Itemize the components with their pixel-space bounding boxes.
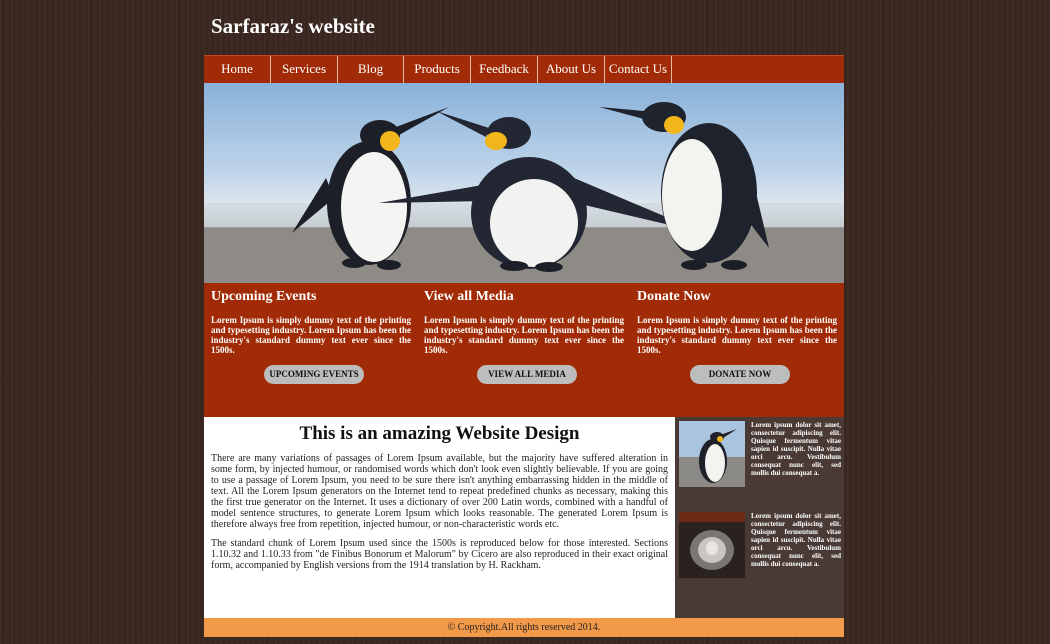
main-nav: Home Services Blog Products Feedback Abo…: [204, 55, 844, 83]
content-paragraph: The standard chunk of Lorem Ipsum used s…: [211, 538, 668, 571]
content-heading: This is an amazing Website Design: [299, 423, 580, 444]
site-title: Sarfaraz's website: [211, 14, 375, 38]
nav-home[interactable]: Home: [204, 56, 271, 83]
nav-blog[interactable]: Blog: [338, 56, 404, 83]
footer: © Copyright.All rights reserved 2014.: [204, 618, 844, 637]
nav-products[interactable]: Products: [404, 56, 471, 83]
nav-contact-us[interactable]: Contact Us: [605, 56, 672, 83]
nav-services[interactable]: Services: [271, 56, 338, 83]
column-title: Donate Now: [637, 289, 711, 304]
column-upcoming-events: Upcoming Events Lorem Ipsum is simply du…: [211, 283, 411, 355]
column-text: Lorem Ipsum is simply dummy text of the …: [424, 315, 624, 355]
upcoming-events-button[interactable]: UPCOMING EVENTS: [264, 365, 364, 384]
sidebar-text: Lorem ipsum dolor sit amet, consectetur …: [751, 421, 841, 477]
column-title: View all Media: [424, 289, 514, 304]
hands-thumbnail[interactable]: [679, 512, 745, 578]
view-all-media-button[interactable]: VIEW ALL MEDIA: [477, 365, 577, 384]
column-view-all-media: View all Media Lorem Ipsum is simply dum…: [424, 283, 624, 355]
main-content: This is an amazing Website Design There …: [204, 417, 675, 618]
penguins-illustration: [204, 83, 844, 283]
column-text: Lorem Ipsum is simply dummy text of the …: [637, 315, 837, 355]
hero-penguins-image: [204, 83, 844, 283]
column-text: Lorem Ipsum is simply dummy text of the …: [211, 315, 411, 355]
sidebar-text: Lorem ipsum dolor sit amet, consectetur …: [751, 512, 841, 568]
donate-now-button[interactable]: DONATE NOW: [690, 365, 790, 384]
nav-feedback[interactable]: Feedback: [471, 56, 538, 83]
sidebar: Lorem ipsum dolor sit amet, consectetur …: [675, 417, 844, 618]
nav-about-us[interactable]: About Us: [538, 56, 605, 83]
feature-panel: Upcoming Events Lorem Ipsum is simply du…: [204, 283, 844, 417]
column-donate-now: Donate Now Lorem Ipsum is simply dummy t…: [637, 283, 837, 355]
page-wrapper: Sarfaraz's website Home Services Blog Pr…: [204, 0, 844, 644]
column-title: Upcoming Events: [211, 289, 317, 304]
content-paragraph: There are many variations of passages of…: [211, 453, 668, 530]
penguin-thumbnail[interactable]: [679, 421, 745, 487]
